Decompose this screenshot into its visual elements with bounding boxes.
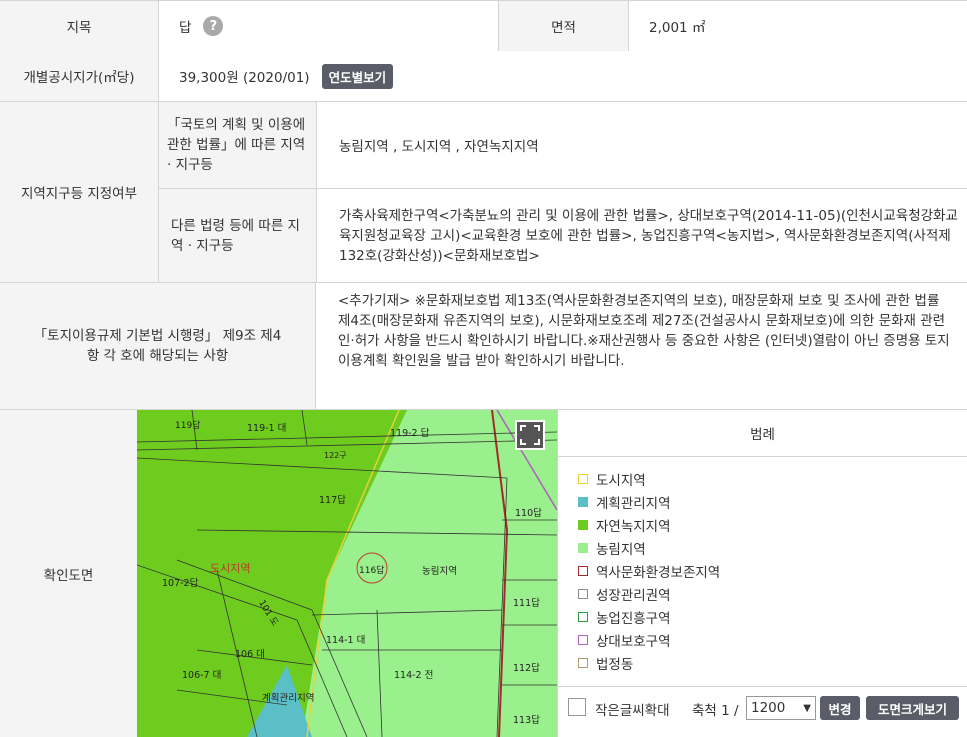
- map-header: 확인도면: [0, 410, 137, 737]
- land-price-header: 개별공시지가(㎡당): [0, 51, 158, 101]
- map-label-110: 110답: [515, 508, 542, 519]
- land-price-cell: 39,300원 (2020/01) 연도별보기: [158, 51, 967, 101]
- legend-swatch: [578, 634, 588, 645]
- legend-item: 농림지역: [578, 536, 967, 559]
- legend-label: 상대보호구역: [596, 633, 671, 650]
- legend-item: 역사문화환경보존지역: [578, 559, 967, 582]
- map-label-113: 113답: [513, 715, 540, 726]
- zoning-sub1-value: 농림지역 , 도시지역 , 자연녹지지역: [316, 102, 967, 188]
- map-label-106-7: 106-7 대: [182, 670, 222, 681]
- large-text-label: 작은글씨확대: [595, 703, 670, 719]
- legend-label: 농림지역: [596, 541, 646, 558]
- chevron-down-icon: ▼: [803, 702, 811, 714]
- legend-label: 도시지역: [596, 472, 646, 489]
- map-legend-panel: 범례 도시지역계획관리지역자연녹지지역농림지역역사문화환경보존지역성장관리권역농…: [557, 410, 967, 737]
- map-label-107-2: 107-2답: [162, 578, 199, 589]
- large-text-checkbox[interactable]: [568, 698, 586, 716]
- row-jimok-area: 지목 답 ? 면적 2,001 ㎡: [0, 0, 967, 52]
- yearly-view-button[interactable]: 연도별보기: [321, 63, 394, 89]
- zoning-sub2: 다른 법령 등에 따른 지역 · 지구등 가축사육제한구역<가축분뇨의 관리 및…: [159, 189, 967, 282]
- row-regulation: 「토지이용규제 기본법 시행령」 제9조 제4항 각 호에 해당되는 사항 <추…: [0, 283, 967, 410]
- map-label-112: 112답: [513, 663, 540, 674]
- map-label-farm-zone: 농림지역: [422, 566, 457, 577]
- jimok-value: 답: [179, 20, 192, 36]
- legend-item: 도시지역: [578, 467, 967, 490]
- scale-value: 1200: [751, 700, 786, 716]
- map-label-119-2: 119-2 답: [390, 428, 430, 439]
- map-label-city-zone: 도시지역: [210, 562, 251, 575]
- zoning-header: 지역지구등 지정여부: [0, 102, 158, 282]
- enlarge-map-button[interactable]: 도면크게보기: [866, 696, 959, 720]
- legend-swatch: [578, 588, 588, 599]
- map-label-119: 119답: [175, 421, 201, 431]
- legend-label: 계획관리지역: [596, 495, 671, 512]
- legend-label: 법정동: [596, 656, 634, 673]
- legend-item: 상대보호구역: [578, 628, 967, 651]
- jimok-cell: 답 ?: [158, 1, 498, 51]
- zoning-sub1-label: 「국토의 계획 및 이용에 관한 법률」에 따른 지역 · 지구등: [159, 102, 316, 188]
- land-price-value: 39,300원 (2020/01): [179, 70, 310, 86]
- row-zoning: 지역지구등 지정여부 「국토의 계획 및 이용에 관한 법률」에 따른 지역 ·…: [0, 102, 967, 283]
- map-label-116: 116답: [359, 566, 385, 576]
- scale-select[interactable]: 1200 ▼: [746, 696, 816, 720]
- zoning-body: 「국토의 계획 및 이용에 관한 법률」에 따른 지역 · 지구등 농림지역 ,…: [158, 102, 967, 282]
- scale-label: 축척 1 /: [692, 703, 739, 719]
- legend-item: 계획관리지역: [578, 490, 967, 513]
- legend-swatch: [578, 473, 588, 484]
- jimok-header: 지목: [0, 1, 158, 51]
- regulation-header: 「토지이용규제 기본법 시행령」 제9조 제4항 각 호에 해당되는 사항: [0, 283, 315, 409]
- legend-swatch: [578, 611, 588, 622]
- legend-swatch: [578, 542, 588, 553]
- legend-item: 성장관리권역: [578, 582, 967, 605]
- legend-item: 농업진흥구역: [578, 605, 967, 628]
- legend-list: 도시지역계획관리지역자연녹지지역농림지역역사문화환경보존지역성장관리권역농업진흥…: [558, 457, 967, 674]
- legend-divider: [558, 686, 967, 687]
- map-label-plan-zone: 계획관리지역: [262, 693, 315, 704]
- legend-swatch: [578, 657, 588, 668]
- map-label-111: 111답: [513, 598, 540, 609]
- legend-swatch: [578, 496, 588, 507]
- legend-label: 농업진흥구역: [596, 610, 671, 627]
- zoning-sub1: 「국토의 계획 및 이용에 관한 법률」에 따른 지역 · 지구등 농림지역 ,…: [159, 102, 967, 189]
- legend-item: 자연녹지지역: [578, 513, 967, 536]
- map-label-106: 106 대: [235, 649, 265, 660]
- legend-item: 법정동: [578, 651, 967, 674]
- row-land-price: 개별공시지가(㎡당) 39,300원 (2020/01) 연도별보기: [0, 51, 967, 102]
- regulation-value: <추가기재> ※문화재보호법 제13조(역사문화환경보존지역의 보호), 매장문…: [315, 283, 967, 409]
- parcel-map[interactable]: 119답 119-1 대 119-2 답 122구 117답 110답 도시지역…: [137, 410, 557, 737]
- legend-label: 자연녹지지역: [596, 518, 671, 535]
- map-label-114-2: 114-2 전: [394, 670, 434, 681]
- legend-swatch: [578, 519, 588, 530]
- map-label-119-1: 119-1 대: [247, 423, 287, 434]
- help-icon[interactable]: ?: [203, 16, 224, 36]
- legend-label: 성장관리권역: [596, 587, 671, 604]
- row-map: 확인도면 119답 119-1 대 119-2 답 122구 117답 110답…: [0, 410, 967, 737]
- legend-label: 역사문화환경보존지역: [596, 564, 721, 581]
- change-scale-button[interactable]: 변경: [820, 696, 860, 720]
- legend-title: 범례: [558, 410, 967, 457]
- map-label-114-1: 114-1 대: [326, 635, 366, 646]
- map-label-117: 117답: [319, 495, 346, 506]
- area-value: 2,001 ㎡: [628, 1, 967, 51]
- map-label-122: 122구: [324, 451, 347, 460]
- legend-swatch: [578, 565, 588, 576]
- zoning-sub2-label: 다른 법령 등에 따른 지역 · 지구등: [159, 189, 316, 282]
- area-header: 면적: [498, 1, 628, 51]
- map-canvas: [137, 410, 557, 737]
- fullscreen-icon[interactable]: [515, 420, 545, 450]
- zoning-sub2-value: 가축사육제한구역<가축분뇨의 관리 및 이용에 관한 법률>, 상대보호구역(2…: [316, 189, 967, 282]
